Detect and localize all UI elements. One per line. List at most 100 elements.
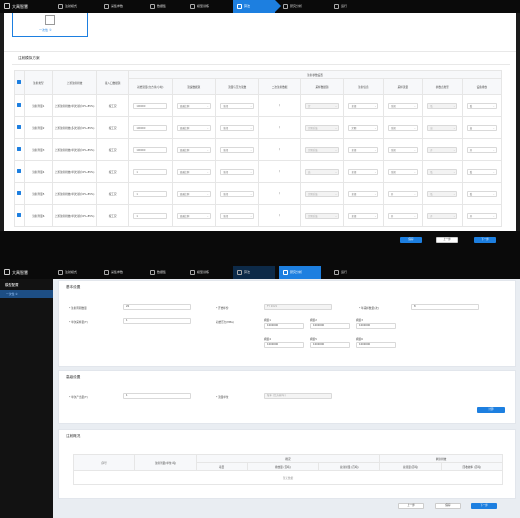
- single-sample-input[interactable]: 1: [123, 318, 191, 324]
- type-select[interactable]: 开: [427, 212, 458, 219]
- init-input[interactable]: 1: [133, 190, 168, 197]
- device-select[interactable]: 开: [466, 146, 497, 153]
- info-select[interactable]: 全闭: [348, 146, 379, 153]
- pressure-input-4[interactable]: 1000000: [264, 342, 304, 348]
- rate-select[interactable]: 全闭: [387, 102, 418, 109]
- info-select[interactable]: 全闭: [348, 212, 379, 219]
- row-checkbox[interactable]: [17, 147, 22, 151]
- row-checkbox-cell[interactable]: [14, 204, 25, 227]
- row-checkbox-cell[interactable]: [14, 116, 25, 139]
- type-select[interactable]: 低: [427, 102, 458, 109]
- device-select[interactable]: 低: [466, 168, 497, 175]
- speed-select[interactable]: 流速比例: [176, 146, 211, 153]
- rate-select[interactable]: 开: [387, 212, 418, 219]
- row-checkbox[interactable]: [17, 191, 22, 195]
- step-tab-7[interactable]: 运行: [330, 266, 372, 279]
- speed-select[interactable]: 流速比例: [176, 212, 211, 219]
- unit-select[interactable]: 每年 (立方米/年): [264, 393, 332, 399]
- step-tab-5[interactable]: 算法: [233, 0, 281, 13]
- start-year-input[interactable]: FY 2021: [264, 304, 332, 310]
- type-select[interactable]: 低: [427, 168, 458, 175]
- design-card-label: 一次性 ①: [39, 28, 52, 32]
- header-checkbox-cell[interactable]: [14, 70, 25, 95]
- init-input[interactable]: 100000: [133, 124, 168, 131]
- sidebar-item[interactable]: 一次性 ①: [0, 290, 53, 298]
- select-all-checkbox[interactable]: [17, 80, 22, 84]
- row-checkbox-cell[interactable]: [14, 182, 25, 205]
- init-input[interactable]: 1: [133, 212, 168, 219]
- step-tab-3[interactable]: 数据集: [146, 266, 188, 279]
- device-select[interactable]: 高: [466, 124, 497, 131]
- row-checkbox[interactable]: [17, 213, 22, 217]
- press-select[interactable]: 全闭: [220, 212, 255, 219]
- init-input[interactable]: 100000: [133, 146, 168, 153]
- step-tab-2[interactable]: 采集参数: [100, 266, 142, 279]
- sample-select[interactable]: 定期采集: [305, 212, 340, 219]
- sample-select[interactable]: 定期采集: [305, 190, 340, 197]
- device-select[interactable]: 低: [466, 102, 497, 109]
- row-checkbox[interactable]: [17, 103, 22, 107]
- step-tab-1[interactable]: 注射模式: [54, 0, 96, 13]
- pressure-input-2[interactable]: 1000000: [310, 323, 350, 329]
- pressure-input-3[interactable]: 1000000: [356, 323, 396, 329]
- sample-select[interactable]: 定: [305, 102, 340, 109]
- row-checkbox-cell[interactable]: [14, 160, 25, 183]
- row-checkbox[interactable]: [17, 125, 22, 129]
- section-title: 注射模拟方案: [18, 56, 40, 60]
- step-tab-4[interactable]: 模型训练: [186, 0, 228, 13]
- design-card[interactable]: 一次性 ①: [12, 13, 88, 37]
- press-select[interactable]: 全闭: [220, 168, 255, 175]
- sample-select[interactable]: 定期采集: [305, 124, 340, 131]
- prev-button[interactable]: 上一步: [436, 237, 458, 243]
- sample-select[interactable]: 高: [305, 168, 340, 175]
- pressure-input-1[interactable]: 1000000: [264, 323, 304, 329]
- press-select[interactable]: 全闭: [220, 146, 255, 153]
- step-tab-3[interactable]: 数据集: [146, 0, 188, 13]
- speed-select[interactable]: 流速比例: [176, 190, 211, 197]
- rate-select[interactable]: 全闭: [387, 168, 418, 175]
- step-tab-6[interactable]: 研究分析: [279, 266, 321, 279]
- row-checkbox-cell[interactable]: [14, 94, 25, 117]
- info-select[interactable]: 全闭: [348, 168, 379, 175]
- type-select[interactable]: 高: [427, 124, 458, 131]
- calculate-button[interactable]: 计算: [477, 407, 505, 413]
- info-select[interactable]: 定期: [348, 124, 379, 131]
- sidebar-item-label: 一次性 ①: [6, 292, 18, 296]
- output-input[interactable]: 1: [123, 393, 191, 399]
- pressure-input-6[interactable]: 1000000: [356, 342, 396, 348]
- next-button[interactable]: 下一步: [474, 237, 496, 243]
- cycles-input[interactable]: 20: [123, 304, 191, 310]
- prev-button[interactable]: 上一步: [398, 503, 424, 509]
- speed-select[interactable]: 流速比例: [176, 168, 211, 175]
- type-select[interactable]: 低: [427, 190, 458, 197]
- info-select[interactable]: 全闭: [348, 102, 379, 109]
- step-tab-7[interactable]: 运行: [330, 0, 372, 13]
- device-select[interactable]: 低: [466, 190, 497, 197]
- step-tab-4[interactable]: 模型训练: [186, 266, 228, 279]
- save-button[interactable]: 保存: [400, 237, 422, 243]
- press-select[interactable]: 全闭: [220, 102, 255, 109]
- device-select[interactable]: 开: [466, 212, 497, 219]
- sample-count-input[interactable]: 8: [411, 304, 479, 310]
- rate-select[interactable]: 全闭: [387, 146, 418, 153]
- step-tab-2[interactable]: 采集参数: [100, 0, 142, 13]
- init-input[interactable]: 100000: [133, 102, 168, 109]
- step-tab-6[interactable]: 研究分析: [279, 0, 321, 13]
- rate-select[interactable]: 全闭: [387, 124, 418, 131]
- save-button[interactable]: 保存: [435, 503, 461, 509]
- row-checkbox-cell[interactable]: [14, 138, 25, 161]
- step-tab-1[interactable]: 注射模式: [54, 266, 96, 279]
- speed-select[interactable]: 流速比例: [176, 102, 211, 109]
- speed-select[interactable]: 流速比例: [176, 124, 211, 131]
- row-checkbox[interactable]: [17, 169, 22, 173]
- info-select[interactable]: 全闭: [348, 190, 379, 197]
- next-button[interactable]: 下一步: [471, 503, 497, 509]
- press-select[interactable]: 全闭: [220, 190, 255, 197]
- sample-select[interactable]: 定期采集: [305, 146, 340, 153]
- press-select[interactable]: 全闭: [220, 124, 255, 131]
- type-select[interactable]: 开: [427, 146, 458, 153]
- pressure-input-5[interactable]: 1000000: [310, 342, 350, 348]
- rate-select[interactable]: 开: [387, 190, 418, 197]
- init-input[interactable]: 1: [133, 168, 168, 175]
- step-tab-5[interactable]: 算法: [233, 266, 275, 279]
